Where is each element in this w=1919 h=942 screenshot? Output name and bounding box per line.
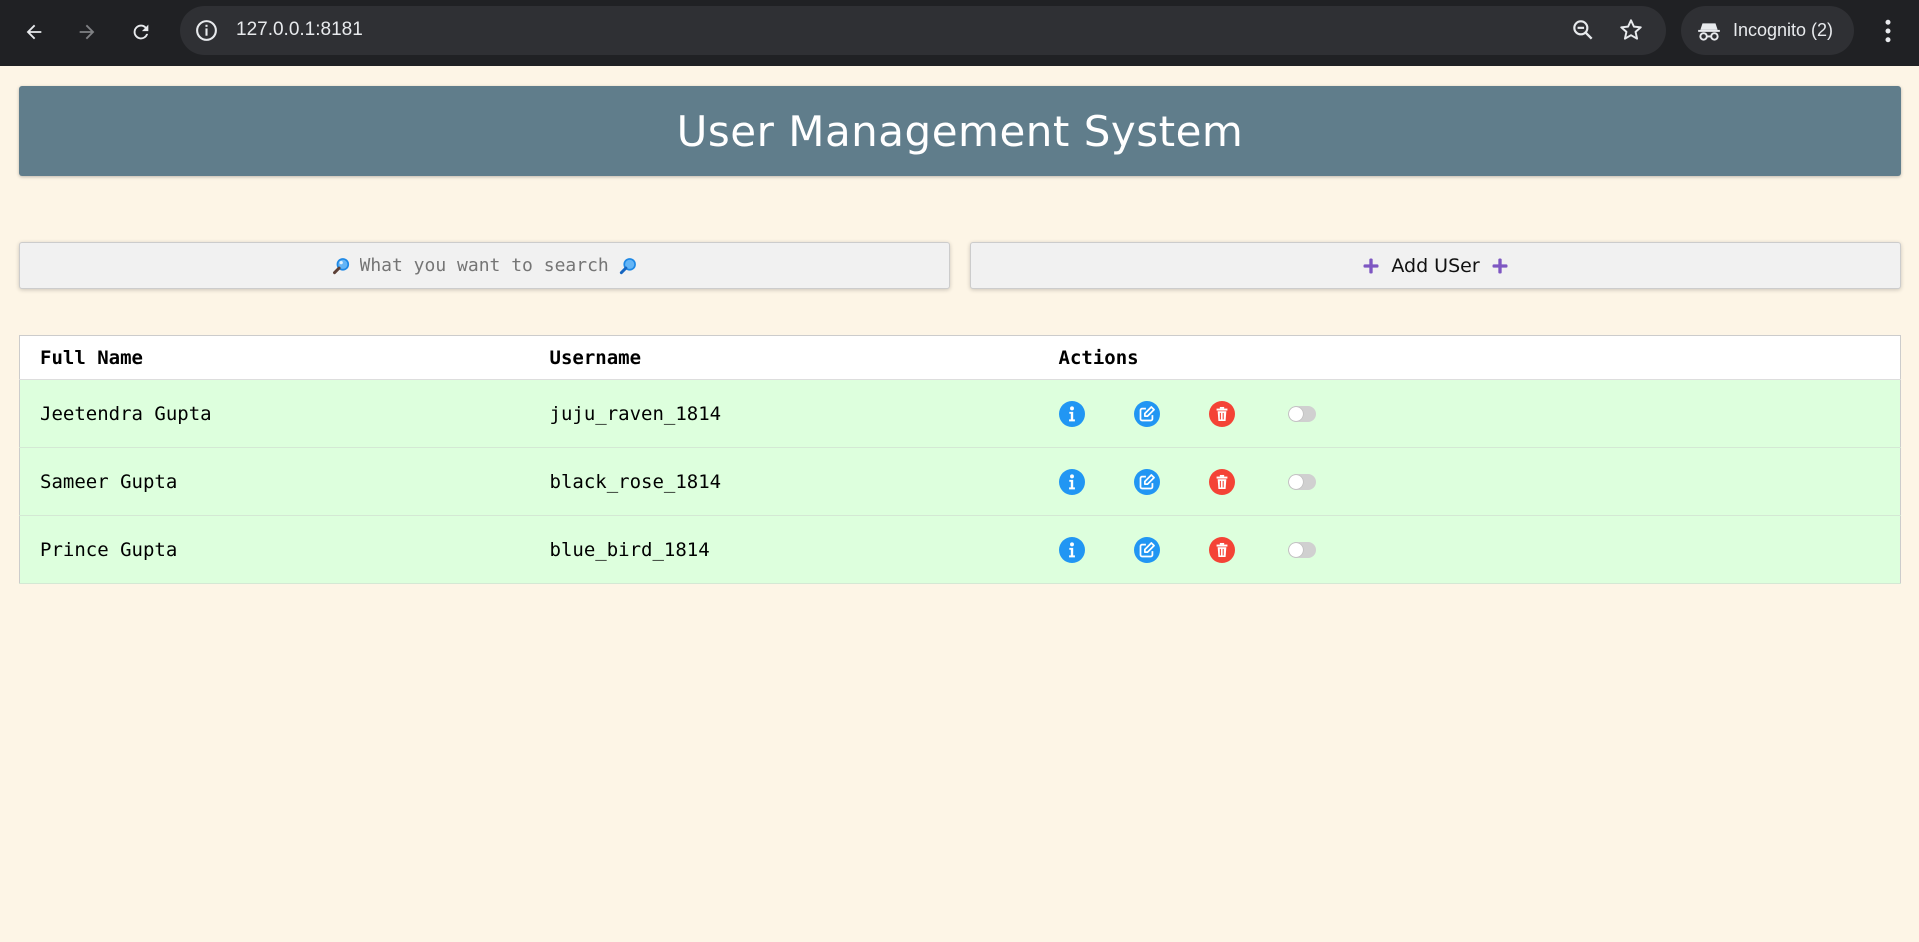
- edit-button[interactable]: [1133, 400, 1160, 427]
- site-info-icon[interactable]: [194, 18, 219, 43]
- add-user-button[interactable]: Add USer: [970, 242, 1901, 289]
- view-button[interactable]: [1058, 400, 1085, 427]
- back-arrow-icon: [26, 24, 42, 40]
- header-full-name: Full Name: [19, 335, 530, 380]
- info-icon: [1058, 468, 1085, 495]
- cell-username: black_rose_1814: [529, 447, 1039, 516]
- star-icon[interactable]: [1618, 17, 1644, 43]
- edit-button[interactable]: [1133, 536, 1160, 563]
- menu-icon[interactable]: [1873, 16, 1903, 46]
- forward-arrow-icon: [79, 24, 95, 40]
- address-bar[interactable]: 127.0.0.1:8181: [180, 6, 1666, 55]
- table-row: Sameer Gupta black_rose_1814: [19, 447, 1901, 516]
- status-toggle[interactable]: [1287, 405, 1316, 422]
- cell-actions: [1038, 447, 1901, 516]
- forward-button[interactable]: [69, 14, 105, 50]
- cell-full-name: Prince Gupta: [19, 515, 530, 584]
- delete-button[interactable]: [1208, 400, 1235, 427]
- edit-icon: [1133, 400, 1160, 427]
- cell-actions: [1038, 515, 1901, 584]
- plus-icon: [1363, 258, 1379, 273]
- cell-username: blue_bird_1814: [529, 515, 1039, 584]
- plus-icon: [1492, 258, 1508, 273]
- table-row: Prince Gupta blue_bird_1814: [19, 515, 1901, 584]
- browser-toolbar: 127.0.0.1:8181 Incognito (2): [0, 0, 1919, 66]
- view-button[interactable]: [1058, 468, 1085, 495]
- delete-button[interactable]: [1208, 536, 1235, 563]
- reload-icon: [133, 24, 149, 40]
- toggle-knob: [1288, 406, 1303, 421]
- table-header-row: Full Name Username Actions: [19, 335, 1901, 380]
- toggle-knob: [1288, 542, 1303, 557]
- toggle-knob: [1288, 474, 1303, 489]
- zoom-icon[interactable]: [1570, 17, 1596, 43]
- info-icon: [1058, 400, 1085, 427]
- cell-username: juju_raven_1814: [529, 379, 1039, 448]
- cell-full-name: Sameer Gupta: [19, 447, 530, 516]
- incognito-indicator[interactable]: Incognito (2): [1681, 6, 1854, 55]
- status-toggle[interactable]: [1287, 541, 1316, 558]
- incognito-icon: [1698, 23, 1720, 41]
- search-input[interactable]: [359, 255, 610, 276]
- header-username: Username: [529, 335, 1039, 380]
- status-toggle[interactable]: [1287, 473, 1316, 490]
- page-header: User Management System: [19, 86, 1901, 176]
- view-button[interactable]: [1058, 536, 1085, 563]
- trash-icon: [1208, 536, 1235, 563]
- reload-button[interactable]: [123, 14, 159, 50]
- page-title: User Management System: [676, 106, 1244, 156]
- delete-button[interactable]: [1208, 468, 1235, 495]
- incognito-label: Incognito (2): [1733, 20, 1834, 40]
- magnifier-icon: [619, 257, 636, 274]
- edit-icon: [1133, 468, 1160, 495]
- url-text[interactable]: 127.0.0.1:8181: [236, 19, 363, 41]
- cell-full-name: Jeetendra Gupta: [19, 379, 530, 448]
- users-table: Full Name Username Actions Jeetendra Gup…: [19, 335, 1901, 584]
- add-user-label: Add USer: [1391, 254, 1480, 277]
- cell-actions: [1038, 379, 1901, 448]
- back-button[interactable]: [16, 14, 52, 50]
- table-row: Jeetendra Gupta juju_raven_1814: [19, 379, 1901, 448]
- trash-icon: [1208, 468, 1235, 495]
- header-actions: Actions: [1038, 335, 1901, 380]
- trash-icon: [1208, 400, 1235, 427]
- info-icon: [1058, 536, 1085, 563]
- search-box[interactable]: [19, 242, 950, 289]
- edit-button[interactable]: [1133, 468, 1160, 495]
- search-icon: [332, 257, 349, 274]
- edit-icon: [1133, 536, 1160, 563]
